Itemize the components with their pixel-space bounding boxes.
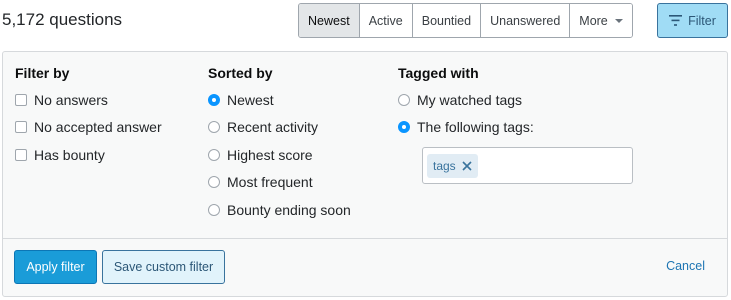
tab-newest[interactable]: Newest	[299, 4, 360, 37]
sort-recent-activity-label: Recent activity	[227, 119, 319, 135]
tab-more[interactable]: More	[570, 4, 632, 37]
sort-highest-score-radio[interactable]	[208, 149, 220, 161]
following-tags-radio[interactable]	[398, 121, 410, 133]
has-bounty-label: Has bounty	[34, 147, 105, 163]
sort-bounty-ending-soon[interactable]: Bounty ending soon	[208, 202, 351, 218]
filter-has-bounty[interactable]: Has bounty	[15, 147, 105, 163]
filter-panel: Filter by No answers No accepted answer …	[2, 51, 728, 297]
question-count: 5,172 questions	[2, 10, 123, 29]
apply-filter-button[interactable]: Apply filter	[14, 250, 97, 284]
tab-unanswered[interactable]: Unanswered	[481, 4, 571, 37]
tagged-with-column: Tagged with	[398, 65, 479, 83]
tab-active[interactable]: Active	[359, 4, 413, 37]
following-tags-label: The following tags:	[417, 119, 534, 135]
sort-bounty-ending-soon-label: Bounty ending soon	[227, 202, 351, 218]
sort-recent-activity[interactable]: Recent activity	[208, 119, 318, 135]
has-bounty-checkbox[interactable]	[15, 149, 27, 161]
tab-more-label: More	[579, 13, 608, 28]
filter-no-answers[interactable]: No answers	[15, 92, 108, 108]
my-watched-tags-radio[interactable]	[398, 94, 410, 106]
sort-newest-label: Newest	[227, 92, 274, 108]
sorted-by-heading: Sorted by	[208, 65, 273, 81]
tagged-with-heading: Tagged with	[398, 65, 479, 81]
sort-highest-score-label: Highest score	[227, 147, 313, 163]
tag-input[interactable]: tags	[422, 147, 633, 184]
no-answers-label: No answers	[34, 92, 108, 108]
filter-button[interactable]: Filter	[657, 3, 728, 38]
sort-recent-activity-radio[interactable]	[208, 121, 220, 133]
tag-chip: tags	[427, 154, 478, 178]
sort-tabs: Newest Active Bountied Unanswered More	[298, 3, 633, 38]
close-icon[interactable]	[462, 161, 472, 171]
save-custom-filter-button[interactable]: Save custom filter	[102, 250, 225, 284]
panel-divider	[3, 238, 727, 239]
no-accepted-answer-checkbox[interactable]	[15, 121, 27, 133]
filter-by-heading: Filter by	[15, 65, 70, 81]
filter-by-column: Filter by	[15, 65, 69, 83]
sort-most-frequent-radio[interactable]	[208, 176, 220, 188]
tag-chip-label: tags	[433, 159, 456, 173]
my-watched-tags-label: My watched tags	[417, 92, 523, 108]
tab-bountied[interactable]: Bountied	[412, 4, 482, 37]
no-answers-checkbox[interactable]	[15, 94, 27, 106]
sort-newest[interactable]: Newest	[208, 92, 274, 108]
sort-newest-radio[interactable]	[208, 94, 220, 106]
sort-bounty-ending-soon-radio[interactable]	[208, 204, 220, 216]
filter-button-label: Filter	[688, 13, 716, 28]
no-accepted-answer-label: No accepted answer	[34, 119, 162, 135]
cancel-link[interactable]: Cancel	[666, 259, 705, 273]
sorted-by-column: Sorted by	[208, 65, 273, 83]
tags-my-watched[interactable]: My watched tags	[398, 92, 522, 108]
sort-most-frequent[interactable]: Most frequent	[208, 174, 313, 190]
tags-following[interactable]: The following tags:	[398, 119, 534, 135]
sort-highest-score[interactable]: Highest score	[208, 147, 313, 163]
caret-down-icon	[614, 18, 623, 23]
sort-most-frequent-label: Most frequent	[227, 174, 313, 190]
filter-no-accepted-answer[interactable]: No accepted answer	[15, 119, 162, 135]
filter-icon	[669, 15, 683, 26]
